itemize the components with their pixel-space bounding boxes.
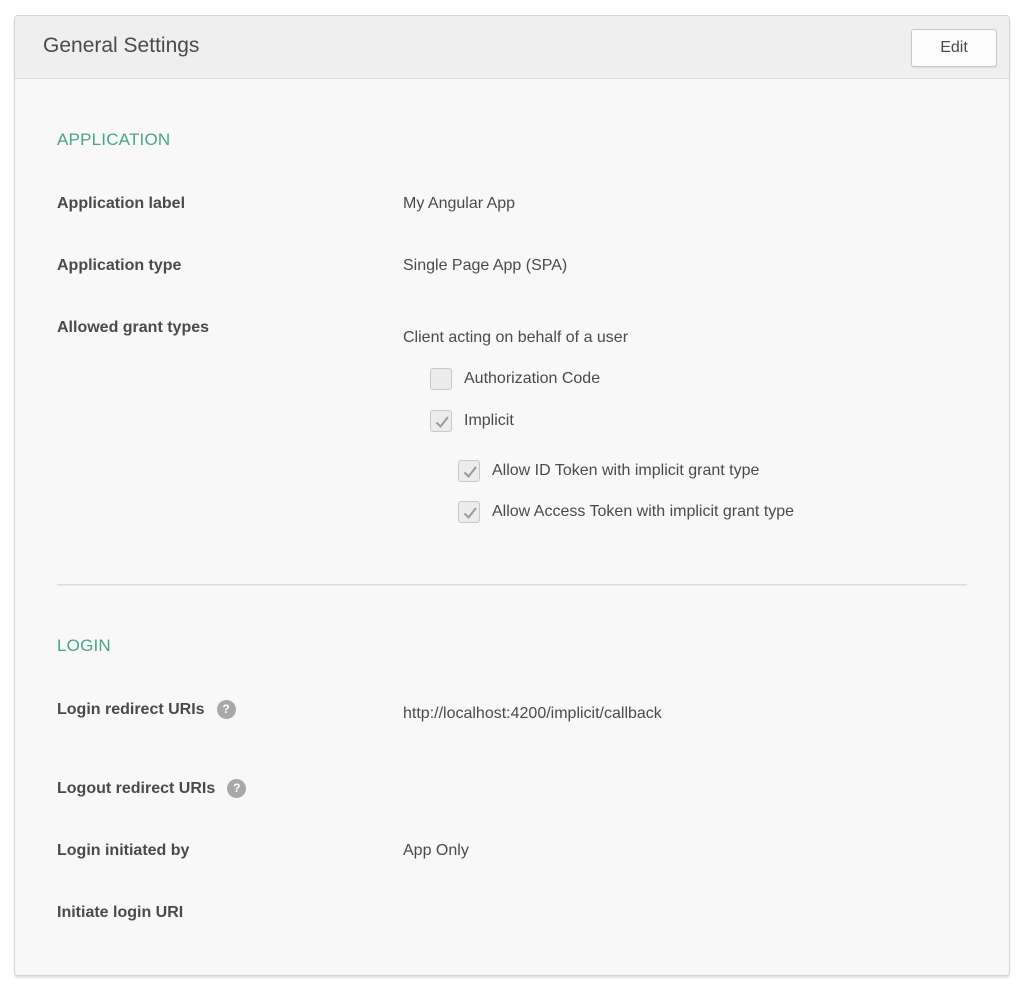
logout-redirect-uris-label: Logout redirect URIs ? — [57, 779, 247, 798]
checkmark-icon — [463, 466, 477, 479]
help-icon[interactable]: ? — [227, 779, 247, 798]
allow-id-token-label: Allow ID Token with implicit grant type — [492, 462, 760, 479]
application-type-value: Single Page App (SPA) — [403, 257, 568, 274]
grant-types-group-label: Client acting on behalf of a user — [403, 329, 629, 346]
allow-id-token-option[interactable]: Allow ID Token with implicit grant type — [458, 460, 759, 482]
login-section-title: LOGIN — [57, 636, 111, 655]
help-icon[interactable]: ? — [216, 700, 236, 719]
panel-title: General Settings — [43, 34, 200, 57]
implicit-option[interactable]: Implicit — [430, 410, 514, 432]
login-redirect-uris-value: http://localhost:4200/implicit/callback — [403, 705, 662, 722]
initiate-login-uri-label: Initiate login URI — [57, 904, 184, 921]
application-type-label: Application type — [57, 257, 182, 274]
login-initiated-by-value: App Only — [403, 842, 469, 859]
application-label-label: Application label — [57, 195, 186, 212]
allow-access-token-checkbox[interactable] — [458, 501, 480, 523]
implicit-checkbox[interactable] — [430, 410, 452, 432]
allow-access-token-label: Allow Access Token with implicit grant t… — [492, 503, 795, 520]
grant-types-label: Allowed grant types — [57, 319, 210, 336]
allow-id-token-checkbox[interactable] — [458, 460, 480, 482]
checkmark-icon — [435, 416, 449, 429]
application-label-value: My Angular App — [403, 195, 516, 212]
allow-access-token-option[interactable]: Allow Access Token with implicit grant t… — [458, 501, 794, 523]
checkmark-icon — [463, 507, 477, 520]
application-section-title: APPLICATION — [57, 130, 171, 149]
logout-redirect-uris-text: Logout redirect URIs — [57, 779, 216, 797]
general-settings-panel: General Settings Edit APPLICATION Applic… — [14, 15, 1010, 976]
panel-header: General Settings Edit — [15, 16, 1009, 79]
authorization-code-checkbox[interactable] — [430, 368, 452, 390]
authorization-code-label: Authorization Code — [464, 370, 601, 387]
login-redirect-uris-label: Login redirect URIs ? — [57, 700, 236, 719]
implicit-label: Implicit — [464, 412, 514, 429]
edit-button[interactable]: Edit — [911, 29, 997, 67]
login-redirect-uris-text: Login redirect URIs — [57, 700, 205, 718]
login-initiated-by-label: Login initiated by — [57, 842, 190, 859]
authorization-code-option[interactable]: Authorization Code — [430, 368, 600, 390]
section-divider — [57, 584, 967, 586]
